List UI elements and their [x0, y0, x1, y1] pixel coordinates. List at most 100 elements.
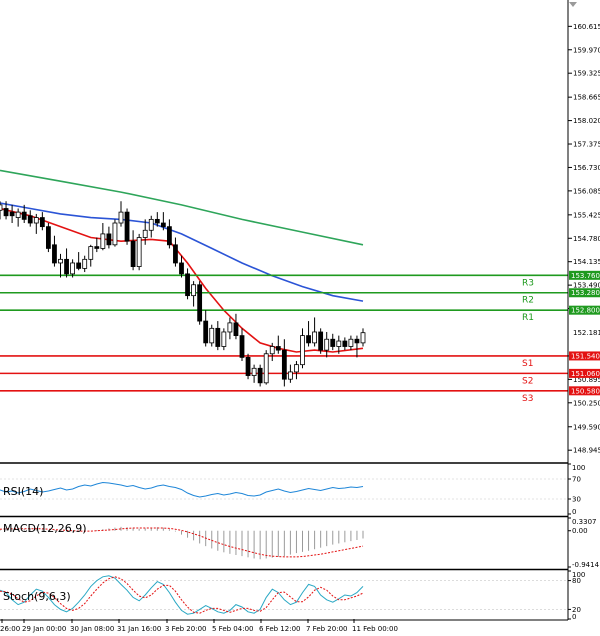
candle: [64, 248, 69, 278]
candle: [257, 364, 263, 387]
indicator-tick-label: -0.9414: [572, 561, 600, 569]
indicator-tick-label: 0: [572, 613, 576, 621]
candle-body: [251, 367, 257, 376]
candle: [82, 255, 88, 273]
indicator-title: RSI(14): [3, 485, 43, 498]
candlesticks: [0, 201, 366, 387]
candle-body: [21, 211, 27, 220]
candle-body: [52, 244, 57, 264]
price-tick-label: 158.020: [573, 117, 600, 125]
time-tick-label: 30 Jan 08:00: [70, 625, 114, 633]
candle-body: [136, 237, 142, 267]
candle: [330, 333, 336, 351]
candle: [354, 335, 360, 358]
candle: [106, 226, 112, 249]
candle-body: [15, 211, 21, 218]
candle-body: [27, 215, 33, 224]
candle-body: [112, 222, 118, 246]
candle: [197, 281, 203, 325]
candle-body: [263, 353, 269, 384]
candle: [112, 219, 118, 247]
time-tick-label: 31 Jan 16:00: [117, 625, 161, 633]
candle-body: [173, 244, 178, 264]
price-tick-label: 148.945: [573, 447, 600, 455]
candle-body: [336, 340, 342, 347]
level-label-s3: S3: [522, 394, 533, 404]
candle: [15, 208, 21, 227]
candle: [275, 335, 281, 354]
candle-body: [300, 335, 305, 366]
level-label-r1: R1: [522, 313, 534, 323]
candle-body: [269, 346, 275, 355]
price-tick-label: 158.665: [573, 94, 600, 102]
candle-body: [46, 226, 51, 249]
price-tick-label: 156.730: [573, 164, 600, 172]
candle-body: [94, 246, 100, 249]
candle-body: [294, 364, 299, 373]
candle-body: [318, 331, 324, 351]
level-tag-r1: 152.800: [571, 307, 600, 315]
candle-body: [100, 233, 106, 249]
time-tick-label: 7 Feb 20:00: [306, 625, 347, 633]
candle: [360, 328, 366, 347]
time-tick-label: 29 Jan 00:00: [22, 625, 66, 633]
candle-body: [348, 338, 354, 347]
candle: [251, 364, 257, 383]
chart-shift-icon: [569, 2, 577, 7]
time-tick-label: 11 Feb 00:00: [352, 625, 398, 633]
candle-body: [33, 217, 39, 224]
candle-body: [39, 217, 45, 228]
candle: [179, 255, 184, 278]
indicator-tick-label: 0.3307: [572, 518, 597, 526]
support-resistance-levels: R3 153.760 R2 153.280 R1 152.800 S1 151.540 S2 15…: [0, 270, 600, 404]
candle: [312, 317, 318, 347]
candle: [88, 244, 94, 267]
price-tick-label: 159.970: [573, 46, 600, 54]
price-tick-label: 154.135: [573, 258, 600, 266]
candle-body: [70, 262, 75, 275]
time-axis: 26:00 29 Jan 00:00 30 Jan 08:00 31 Jan 16:0…: [0, 619, 398, 633]
candle: [300, 328, 305, 369]
candle-body: [76, 262, 82, 269]
candle: [148, 215, 154, 238]
candle: [100, 223, 106, 251]
indicator-title: MACD(12,26,9): [3, 522, 87, 535]
candle: [306, 321, 311, 347]
candle: [136, 233, 142, 271]
candle: [245, 353, 251, 380]
candle: [239, 328, 245, 362]
candle: [52, 235, 57, 267]
candle: [94, 237, 100, 253]
price-tick-label: 154.780: [573, 235, 600, 243]
time-tick-label: 5 Feb 04:00: [212, 625, 253, 633]
candle-body: [360, 332, 366, 344]
level-label-r3: R3: [522, 278, 534, 288]
candle: [185, 268, 190, 300]
candle-body: [324, 338, 330, 351]
candle-body: [221, 331, 227, 347]
candle-body: [64, 258, 69, 275]
candle-body: [185, 273, 190, 297]
candle: [39, 212, 45, 231]
level-tag-s2: 151.060: [571, 370, 600, 378]
candle: [227, 317, 233, 340]
level-label-s2: S2: [522, 376, 533, 386]
candle-body: [287, 371, 293, 380]
candle-body: [124, 211, 130, 242]
indicator-title: Stoch(9,6,3): [3, 590, 71, 603]
price-tick-label: 150.250: [573, 399, 600, 407]
candle-body: [281, 349, 287, 380]
candle: [209, 324, 215, 347]
candle-body: [160, 222, 166, 228]
candle-body: [154, 218, 160, 224]
candle: [9, 204, 15, 224]
candle-body: [197, 284, 203, 322]
level-tag-s3: 150.580: [571, 387, 600, 395]
candle-body: [106, 233, 112, 246]
candle-body: [9, 211, 15, 217]
candle: [221, 328, 227, 351]
level-label-r2: R2: [522, 296, 534, 306]
candle: [324, 331, 330, 358]
candle-body: [330, 338, 336, 347]
candle: [263, 350, 269, 385]
